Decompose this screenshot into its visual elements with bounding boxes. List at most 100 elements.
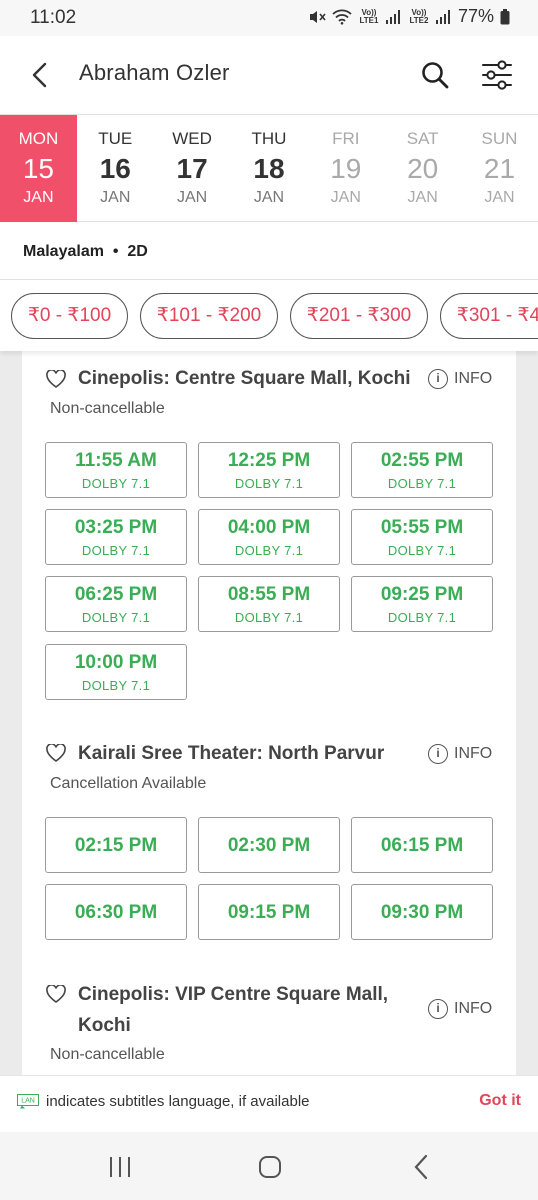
favorite-heart-icon[interactable] [46, 744, 66, 762]
showtime-time: 12:25 PM [227, 450, 311, 471]
system-nav-bar [0, 1132, 538, 1200]
price-chip-201-300[interactable]: ₹201 - ₹300 [290, 293, 428, 339]
showtime-button[interactable]: 02:30 PM [198, 817, 340, 873]
price-chip-101-200[interactable]: ₹101 - ₹200 [140, 293, 278, 339]
showtime-time: 08:55 PM [227, 584, 311, 605]
date-dow: WED [172, 129, 212, 148]
showtime-time: 10:00 PM [74, 652, 158, 673]
date-cell-sun-21[interactable]: SUN 21 JAN [461, 115, 538, 222]
showtime-format: DOLBY 7.1 [234, 610, 304, 625]
sim1-label: Vo)) LTE1 [359, 7, 379, 25]
home-icon[interactable] [258, 1155, 282, 1179]
date-dow: FRI [332, 129, 360, 148]
showtime-format: DOLBY 7.1 [387, 476, 457, 491]
date-month: JAN [253, 189, 285, 206]
theater-info-button[interactable]: i INFO [428, 369, 492, 389]
theater-name-line1: Cinepolis: VIP Centre Square Mall, [78, 984, 389, 1005]
info-label: INFO [454, 1000, 493, 1017]
showtime-button[interactable]: 11:55 AM DOLBY 7.1 [45, 442, 187, 498]
showtime-time: 06:15 PM [380, 835, 464, 856]
theater-name[interactable]: Cinepolis: Centre Square Mall, Kochi [78, 363, 411, 394]
nav-back-icon[interactable] [412, 1154, 430, 1180]
status-bar: 11:02 Vo)) LTE1 Vo)) LTE2 77% [0, 0, 538, 36]
showtime-time: 02:30 PM [227, 835, 311, 856]
recent-apps-icon[interactable] [108, 1156, 132, 1178]
price-chip-0-100[interactable]: ₹0 - ₹100 [11, 293, 128, 339]
date-cell-mon-15[interactable]: MON 15 JAN [0, 115, 77, 222]
info-label: INFO [454, 745, 493, 762]
showtime-button[interactable]: 02:15 PM [45, 817, 187, 873]
battery-text: 77% [457, 6, 494, 26]
price-chip-301-400[interactable]: ₹301 - ₹400 [440, 293, 538, 339]
favorite-heart-icon[interactable] [46, 370, 66, 388]
cancellation-policy: Non-cancellable [50, 1046, 165, 1063]
date-day: 20 [407, 153, 439, 184]
date-day: 15 [22, 153, 54, 184]
showtime-format: DOLBY 7.1 [234, 476, 304, 491]
showtime-time: 02:15 PM [74, 835, 158, 856]
date-month: JAN [23, 189, 54, 206]
date-selector: MON 15 JAN TUE 16 JAN WED 17 JAN THU 18 … [0, 114, 538, 222]
showtime-button[interactable]: 09:30 PM [351, 884, 493, 940]
battery-icon [500, 8, 510, 24]
language-format-label: Malayalam • 2D [23, 243, 148, 260]
showtime-format: DOLBY 7.1 [81, 543, 151, 558]
date-day: 17 [176, 153, 208, 184]
theater-name-line2: Kochi [78, 1015, 131, 1036]
showtime-button[interactable]: 12:25 PM DOLBY 7.1 [198, 442, 340, 498]
showtime-time: 06:30 PM [74, 902, 158, 923]
showtime-button[interactable]: 03:25 PM DOLBY 7.1 [45, 509, 187, 565]
signal1-icon [385, 9, 400, 24]
showtime-time: 06:25 PM [74, 584, 158, 605]
info-icon: i [428, 999, 448, 1019]
showtime-button[interactable]: 05:55 PM DOLBY 7.1 [351, 509, 493, 565]
showtime-button[interactable]: 09:15 PM [198, 884, 340, 940]
showtime-format: DOLBY 7.1 [81, 476, 151, 491]
showtime-button[interactable]: 06:30 PM [45, 884, 187, 940]
showtime-button[interactable]: 09:25 PM DOLBY 7.1 [351, 576, 493, 632]
mute-icon [309, 10, 326, 23]
showtime-time: 05:55 PM [380, 517, 464, 538]
date-dow: MON [18, 129, 59, 148]
date-dow: THU [251, 129, 287, 148]
theater-name[interactable]: Cinepolis: VIP Centre Square Mall, Kochi [78, 979, 418, 1041]
lan-icon-text: LAN [21, 1098, 35, 1105]
theater-name[interactable]: Kairali Sree Theater: North Parvur [78, 738, 384, 769]
search-icon[interactable] [420, 60, 450, 90]
showtime-button[interactable]: 06:25 PM DOLBY 7.1 [45, 576, 187, 632]
showtime-button[interactable]: 02:55 PM DOLBY 7.1 [351, 442, 493, 498]
showtime-button[interactable]: 08:55 PM DOLBY 7.1 [198, 576, 340, 632]
got-it-button[interactable]: Got it [479, 1092, 521, 1110]
date-month: JAN [484, 189, 515, 206]
showtime-time: 09:15 PM [227, 902, 311, 923]
showtime-time: 11:55 AM [75, 450, 157, 471]
date-day: 18 [253, 153, 285, 184]
status-icons: Vo)) LTE1 Vo)) LTE2 77% [308, 6, 510, 27]
date-month: JAN [100, 189, 131, 206]
showtime-format: DOLBY 7.1 [81, 610, 151, 625]
date-dow: SAT [406, 129, 439, 148]
showtime-button[interactable]: 10:00 PM DOLBY 7.1 [45, 644, 187, 700]
info-icon: i [428, 744, 448, 764]
theater-card-container: Cinepolis: Centre Square Mall, Kochi i I… [22, 351, 516, 1075]
date-cell-tue-16[interactable]: TUE 16 JAN [77, 115, 154, 222]
date-cell-thu-18[interactable]: THU 18 JAN [231, 115, 308, 222]
theater-info-button[interactable]: i INFO [428, 999, 492, 1019]
showtime-button[interactable]: 04:00 PM DOLBY 7.1 [198, 509, 340, 565]
cancellation-policy: Non-cancellable [50, 400, 165, 417]
showtime-button[interactable]: 06:15 PM [351, 817, 493, 873]
language-format-row: Malayalam • 2D [0, 222, 538, 280]
theater-info-button[interactable]: i INFO [428, 744, 492, 764]
showtime-format: DOLBY 7.1 [387, 610, 457, 625]
wifi-icon [332, 9, 352, 25]
favorite-heart-icon[interactable] [46, 985, 66, 1003]
date-cell-sat-20[interactable]: SAT 20 JAN [384, 115, 461, 222]
showtime-time: 09:30 PM [380, 902, 464, 923]
filter-sliders-icon[interactable] [480, 58, 514, 92]
date-day: 21 [483, 153, 516, 184]
date-cell-wed-17[interactable]: WED 17 JAN [154, 115, 231, 222]
date-dow: SUN [481, 129, 518, 148]
back-arrow-icon[interactable] [28, 60, 52, 90]
theater-list: Cinepolis: Centre Square Mall, Kochi i I… [0, 351, 538, 1075]
date-cell-fri-19[interactable]: FRI 19 JAN [307, 115, 384, 222]
